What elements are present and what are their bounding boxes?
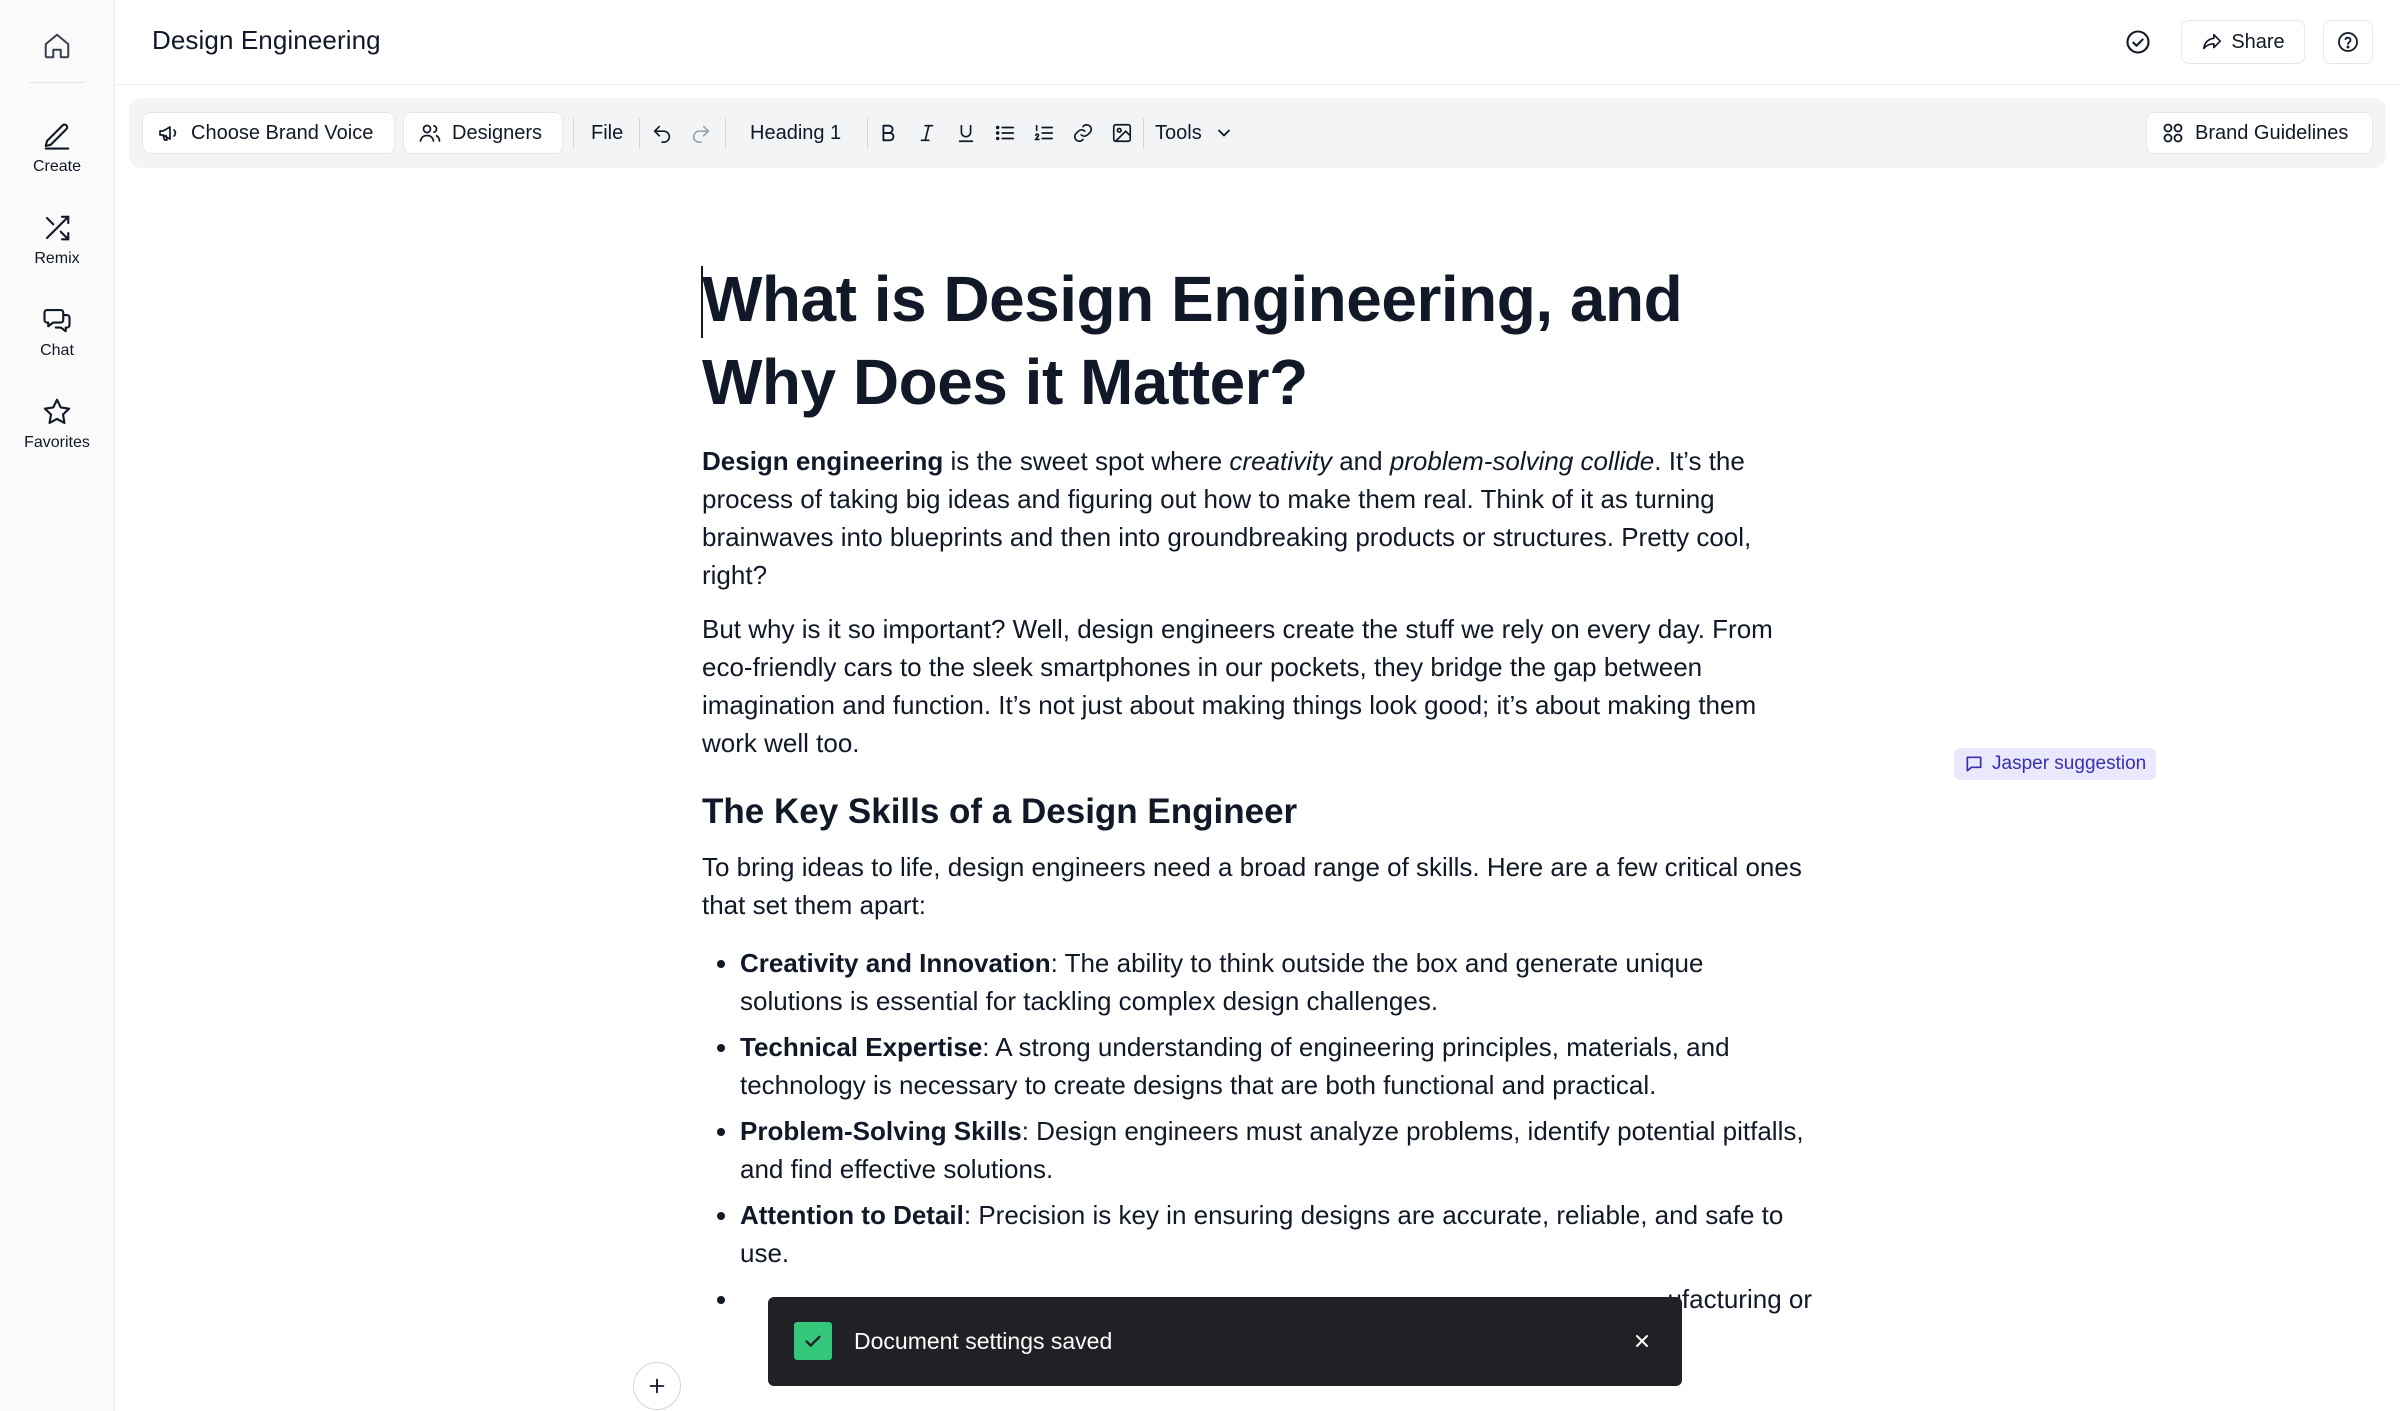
undo-icon bbox=[651, 122, 673, 144]
list-item-term: Attention to Detail bbox=[740, 1200, 964, 1230]
sidebar: Create Remix Chat Favorites bbox=[0, 0, 115, 1411]
close-icon bbox=[1632, 1331, 1652, 1351]
redo-button[interactable] bbox=[688, 120, 714, 146]
italic-icon bbox=[916, 122, 938, 144]
section-heading: The Key Skills of a Design Engineer bbox=[702, 792, 1298, 831]
redo-icon bbox=[690, 122, 712, 144]
toast-message: Document settings saved bbox=[854, 1328, 1113, 1354]
document-title[interactable]: Design Engineering bbox=[152, 25, 381, 56]
link-button[interactable] bbox=[1070, 120, 1096, 146]
brand-guidelines-label: Brand Guidelines bbox=[2195, 121, 2349, 144]
list-item: Technical Expertise: A strong understand… bbox=[740, 1028, 1812, 1104]
text-run: and bbox=[1331, 446, 1390, 476]
sidebar-item-label: Create bbox=[32, 158, 82, 175]
editor-toolbar: Choose Brand Voice Designers File Headin… bbox=[129, 98, 2386, 168]
numbered-list-button[interactable] bbox=[1031, 120, 1057, 146]
share-icon bbox=[2201, 31, 2223, 53]
italic-button[interactable] bbox=[914, 120, 940, 146]
list-item: Creativity and Innovation: The ability t… bbox=[740, 944, 1812, 1020]
sidebar-item-favorites[interactable]: Favorites bbox=[0, 386, 114, 466]
sidebar-item-create[interactable]: Create bbox=[0, 110, 114, 190]
link-icon bbox=[1072, 122, 1094, 144]
toolbar-divider bbox=[573, 118, 574, 148]
paragraph-intro: Design engineering is the sweet spot whe… bbox=[702, 442, 1812, 594]
share-button[interactable]: Share bbox=[2181, 20, 2305, 64]
list-item: Problem-Solving Skills: Design engineers… bbox=[740, 1112, 1812, 1188]
toolbar-divider bbox=[725, 118, 726, 148]
toolbar-divider bbox=[867, 118, 868, 148]
skills-list: Creativity and Innovation: The ability t… bbox=[702, 944, 1812, 1318]
home-icon bbox=[42, 31, 72, 61]
audience-label: Designers bbox=[452, 121, 543, 144]
undo-button[interactable] bbox=[649, 120, 675, 146]
image-icon bbox=[1111, 122, 1133, 144]
sidebar-item-label: Remix bbox=[34, 250, 80, 267]
bold-icon bbox=[877, 122, 899, 144]
tools-label: Tools bbox=[1155, 121, 1202, 144]
choose-brand-voice-button[interactable]: Choose Brand Voice bbox=[142, 112, 395, 154]
underline-icon bbox=[955, 122, 977, 144]
brand-voice-label: Choose Brand Voice bbox=[191, 121, 374, 144]
underline-button[interactable] bbox=[953, 120, 979, 146]
italic-text: creativity bbox=[1229, 446, 1332, 476]
toolbar-divider bbox=[639, 118, 640, 148]
tools-dropdown[interactable]: Tools bbox=[1155, 98, 1234, 168]
brand-guidelines-button[interactable]: Brand Guidelines bbox=[2146, 112, 2373, 154]
sidebar-item-remix[interactable]: Remix bbox=[0, 202, 114, 282]
status-check-button[interactable] bbox=[2118, 22, 2158, 62]
list-item-term: Technical Expertise bbox=[740, 1032, 983, 1062]
star-icon bbox=[39, 394, 75, 430]
share-label: Share bbox=[2231, 30, 2285, 53]
paragraph-importance: But why is it so important? Well, design… bbox=[702, 614, 1773, 758]
header: Design Engineering Share bbox=[115, 0, 2400, 85]
check-circle-icon bbox=[2124, 28, 2152, 56]
bullet-list-button[interactable] bbox=[992, 120, 1018, 146]
bold-text: Design engineering bbox=[702, 446, 944, 476]
success-check-icon bbox=[794, 1322, 832, 1360]
home-button[interactable] bbox=[35, 24, 79, 68]
list-item-desc: ufacturing or bbox=[1667, 1284, 1812, 1314]
comment-icon bbox=[1964, 754, 1984, 774]
chevron-down-icon bbox=[1214, 123, 1234, 143]
image-button[interactable] bbox=[1109, 120, 1135, 146]
list-item: Attention to Detail: Precision is key in… bbox=[740, 1196, 1812, 1272]
toolbar-divider bbox=[1143, 118, 1144, 148]
help-icon bbox=[2336, 30, 2360, 54]
megaphone-icon bbox=[157, 121, 181, 145]
audience-button[interactable]: Designers bbox=[403, 112, 563, 154]
add-block-button[interactable] bbox=[633, 1362, 681, 1410]
paragraph-skills-intro: To bring ideas to life, design engineers… bbox=[702, 852, 1802, 920]
file-menu[interactable]: File bbox=[591, 98, 623, 168]
bullet-list-icon bbox=[994, 122, 1016, 144]
numbered-list-icon bbox=[1033, 122, 1055, 144]
users-icon bbox=[418, 121, 442, 145]
jasper-suggestion-chip[interactable]: Jasper suggestion bbox=[1954, 748, 2157, 780]
brand-guidelines-icon bbox=[2161, 121, 2185, 145]
sidebar-item-label: Favorites bbox=[24, 434, 90, 451]
document-heading: What is Design Engineering, and Why Does… bbox=[702, 263, 1683, 418]
pen-icon bbox=[39, 118, 75, 154]
help-button[interactable] bbox=[2323, 20, 2373, 64]
plus-icon bbox=[646, 1375, 668, 1397]
italic-text: problem-solving collide bbox=[1389, 446, 1655, 476]
toast-close-button[interactable] bbox=[1626, 1325, 1658, 1357]
bold-button[interactable] bbox=[875, 120, 901, 146]
sidebar-item-label: Chat bbox=[40, 342, 74, 359]
text-run: is the sweet spot where bbox=[943, 446, 1230, 476]
list-item-term: Creativity and Innovation bbox=[740, 948, 1051, 978]
sidebar-item-chat[interactable]: Chat bbox=[0, 294, 114, 374]
chat-icon bbox=[39, 302, 75, 338]
sidebar-divider bbox=[29, 82, 85, 83]
shuffle-icon bbox=[39, 210, 75, 246]
document-editor[interactable]: What is Design Engineering, and Why Does… bbox=[702, 258, 1812, 1326]
toast-notification: Document settings saved bbox=[768, 1297, 1682, 1386]
heading-style-dropdown[interactable]: Heading 1 bbox=[750, 98, 841, 168]
suggestion-label: Jasper suggestion bbox=[1992, 753, 2147, 774]
list-item-term: Problem-Solving Skills bbox=[740, 1116, 1022, 1146]
